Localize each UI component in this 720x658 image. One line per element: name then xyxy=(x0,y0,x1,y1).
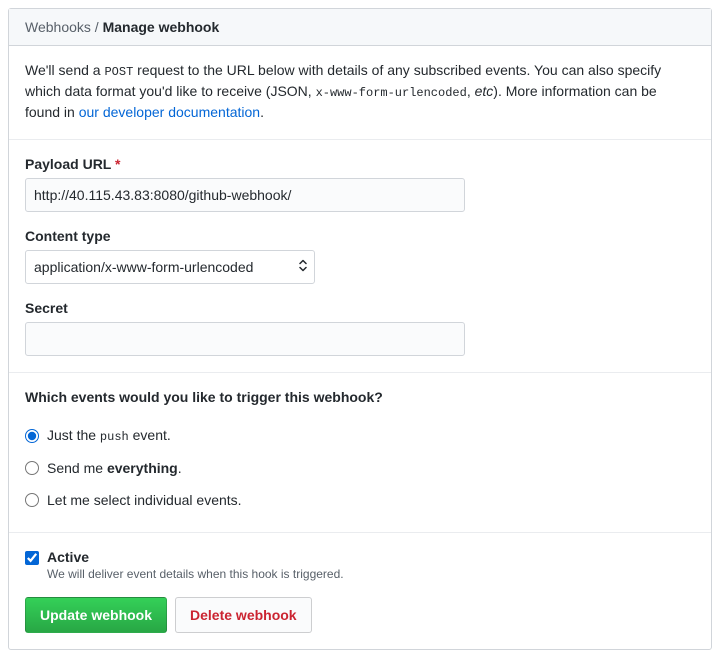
required-asterisk: * xyxy=(115,156,120,172)
active-section: Active We will deliver event details whe… xyxy=(9,533,711,649)
payload-url-label: Payload URL * xyxy=(25,156,695,172)
event-radio-everything[interactable] xyxy=(25,461,39,475)
breadcrumb-current: Manage webhook xyxy=(103,19,220,35)
content-type-label: Content type xyxy=(25,228,695,244)
form-section: Payload URL * Content type application/x… xyxy=(9,140,711,373)
breadcrumb-separator: / xyxy=(91,19,103,35)
breadcrumb-parent[interactable]: Webhooks xyxy=(25,19,91,35)
content-type-select[interactable]: application/x-www-form-urlencoded xyxy=(25,250,315,284)
event-option-everything[interactable]: Send me everything. xyxy=(25,452,695,484)
active-label: Active xyxy=(47,549,344,565)
payload-url-input[interactable] xyxy=(25,178,465,212)
webhook-panel: Webhooks / Manage webhook We'll send a P… xyxy=(8,8,712,650)
intro-text: We'll send a POST request to the URL bel… xyxy=(9,46,711,140)
event-radio-push[interactable] xyxy=(25,429,39,443)
events-section: Which events would you like to trigger t… xyxy=(9,373,711,533)
delete-webhook-button[interactable]: Delete webhook xyxy=(175,597,312,633)
event-option-push[interactable]: Just the push event. xyxy=(25,419,695,452)
active-hint: We will deliver event details when this … xyxy=(47,567,344,581)
active-checkbox[interactable] xyxy=(25,551,39,565)
update-webhook-button[interactable]: Update webhook xyxy=(25,597,167,633)
docs-link[interactable]: our developer documentation xyxy=(79,104,260,120)
urlencoded-code: x-www-form-urlencoded xyxy=(316,86,467,100)
secret-label: Secret xyxy=(25,300,695,316)
breadcrumb: Webhooks / Manage webhook xyxy=(9,9,711,46)
event-radio-individual[interactable] xyxy=(25,493,39,507)
events-title: Which events would you like to trigger t… xyxy=(25,389,695,405)
event-option-individual[interactable]: Let me select individual events. xyxy=(25,484,695,516)
secret-input[interactable] xyxy=(25,322,465,356)
post-code: POST xyxy=(104,65,133,79)
